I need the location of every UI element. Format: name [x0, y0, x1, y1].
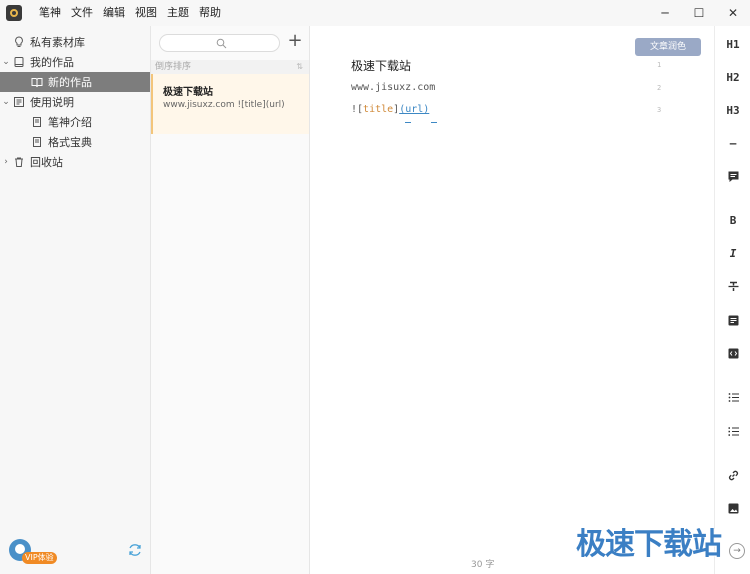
heading1-button[interactable]: H1 — [715, 32, 750, 56]
maximize-button[interactable]: ☐ — [682, 0, 716, 26]
sort-bar[interactable]: 倒序排序 ⇅ — [151, 60, 309, 74]
format-toolbar: H1 H2 H3 — B I — [714, 26, 750, 574]
sync-icon[interactable] — [127, 542, 143, 558]
title-bar: 笔神 文件 编辑 视图 主题 帮助 ─ ☐ ✕ — [0, 0, 750, 26]
line-number: 2 — [657, 84, 662, 92]
comment-icon — [728, 171, 738, 182]
menu-help[interactable]: 帮助 — [194, 0, 226, 26]
line-number: 3 — [657, 106, 662, 114]
doc-icon — [30, 136, 43, 149]
comment-button[interactable] — [715, 164, 750, 188]
heading3-button[interactable]: H3 — [715, 98, 750, 122]
doc-title: 极速下载站 — [163, 87, 213, 98]
code-icon — [728, 348, 738, 358]
menu-bar: 笔神 文件 编辑 视图 主题 帮助 — [34, 0, 226, 26]
sort-icon[interactable]: ⇅ — [296, 60, 303, 74]
document-list-panel: + 倒序排序 ⇅ 极速下载站 www.jisuxz.com ![title](u… — [151, 26, 310, 574]
image-syntax-bang: ![ — [351, 104, 364, 115]
watermark-text: 极速下载站 — [576, 527, 722, 562]
menu-edit[interactable]: 编辑 — [98, 0, 130, 26]
window-controls: ─ ☐ ✕ — [648, 0, 750, 26]
sidebar-item-label: 新的作品 — [48, 76, 92, 89]
open-book-icon — [30, 76, 43, 89]
search-input[interactable] — [159, 34, 280, 52]
code-block-button[interactable] — [715, 341, 750, 365]
sidebar-item-label: 格式宝典 — [48, 136, 92, 149]
close-button[interactable]: ✕ — [716, 0, 750, 26]
search-icon — [216, 38, 227, 49]
sidebar-item-material-library[interactable]: 私有素材库 — [0, 32, 150, 52]
chevron-right-icon[interactable]: › — [0, 157, 12, 167]
doc-icon — [30, 116, 43, 129]
quote-button[interactable] — [715, 308, 750, 332]
sidebar-item-label: 我的作品 — [30, 56, 74, 69]
image-icon — [728, 503, 738, 513]
heading2-button[interactable]: H2 — [715, 65, 750, 89]
sidebar-item-label: 私有素材库 — [30, 36, 85, 49]
editor-heading-line[interactable]: 极速下载站 — [351, 57, 411, 74]
sort-label: 倒序排序 — [155, 62, 192, 72]
list-item[interactable]: 极速下载站 www.jisuxz.com ![title](url) — [151, 74, 309, 134]
cursor-indicator — [431, 122, 437, 123]
sidebar-item-label: 回收站 — [30, 156, 63, 169]
editor-image-line[interactable]: ![title](url) — [351, 104, 429, 115]
chevron-down-icon[interactable]: ⌄ — [0, 97, 12, 107]
add-document-button[interactable]: + — [287, 32, 303, 52]
sidebar-item-new-work[interactable]: 新的作品 — [0, 72, 150, 92]
sidebar-item-bishen-intro[interactable]: 笔神介绍 — [0, 112, 150, 132]
scroll-arrow-icon[interactable]: → — [729, 543, 745, 559]
sidebar-item-trash[interactable]: › 回收站 — [0, 152, 150, 172]
link-icon — [728, 470, 738, 480]
app-logo-icon — [6, 5, 22, 21]
menu-file[interactable]: 文件 — [66, 0, 98, 26]
menu-view[interactable]: 视图 — [130, 0, 162, 26]
editor-url-line[interactable]: www.jisuxz.com — [351, 82, 435, 93]
bold-button[interactable]: B — [715, 208, 750, 232]
word-count: 30 字 — [471, 560, 495, 570]
doc-snippet: www.jisuxz.com ![title](url) — [163, 100, 285, 110]
trash-icon — [12, 156, 25, 169]
strikethrough-button[interactable] — [715, 274, 750, 298]
horizontal-rule-button[interactable]: — — [715, 131, 750, 155]
chevron-down-icon[interactable]: ⌄ — [0, 57, 12, 67]
sidebar: 私有素材库 ⌄ 我的作品 新的作品 ⌄ 使用说明 笔神介绍 格式宝典 › 回收站… — [0, 26, 151, 574]
sidebar-item-format-guide[interactable]: 格式宝典 — [0, 132, 150, 152]
image-syntax-title: title — [363, 104, 394, 115]
watermark: 极速下载站 — [576, 526, 736, 564]
image-syntax-url[interactable]: (url) — [399, 104, 429, 115]
sidebar-item-my-works[interactable]: ⌄ 我的作品 — [0, 52, 150, 72]
link-button[interactable] — [715, 463, 750, 487]
menu-theme[interactable]: 主题 — [162, 0, 194, 26]
line-number: 1 — [657, 61, 662, 69]
sidebar-item-manual[interactable]: ⌄ 使用说明 — [0, 92, 150, 112]
manual-icon — [12, 96, 25, 109]
sidebar-footer: VIP体验 — [0, 538, 150, 574]
book-icon — [12, 56, 25, 69]
polish-article-button[interactable]: 文章润色 — [635, 38, 701, 56]
minimize-button[interactable]: ─ — [648, 0, 682, 26]
sidebar-item-label: 笔神介绍 — [48, 116, 92, 129]
sidebar-item-label: 使用说明 — [30, 96, 74, 109]
lightbulb-icon — [12, 36, 25, 49]
image-button[interactable] — [715, 496, 750, 520]
numbered-list-icon — [728, 426, 739, 436]
menu-bishen[interactable]: 笔神 — [34, 0, 66, 26]
editor-pane[interactable]: 文章润色 极速下载站 www.jisuxz.com ![title](url) … — [311, 26, 714, 574]
unordered-list-button[interactable] — [715, 385, 750, 409]
italic-button[interactable]: I — [715, 241, 750, 265]
quote-block-icon — [728, 315, 738, 325]
strikethrough-icon — [728, 281, 738, 291]
ordered-list-button[interactable] — [715, 419, 750, 443]
vip-badge[interactable]: VIP体验 — [22, 552, 57, 564]
cursor-indicator — [405, 122, 411, 123]
bullet-list-icon — [728, 392, 739, 402]
